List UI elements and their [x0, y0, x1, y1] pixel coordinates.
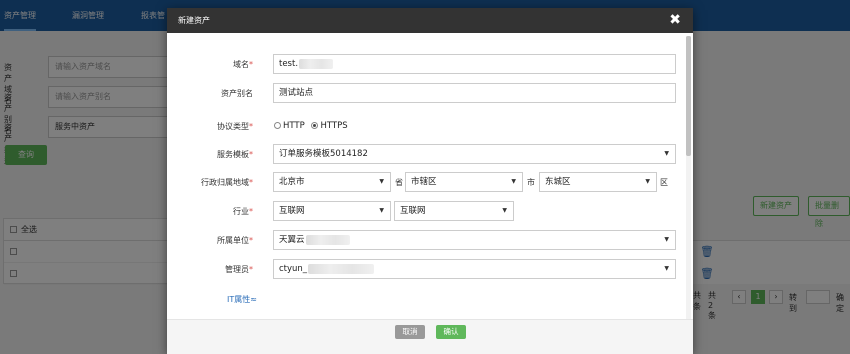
scrollbar-thumb[interactable]: [686, 36, 691, 156]
alias-input[interactable]: 测试站点: [273, 83, 676, 103]
template-label: 服务模板*: [217, 150, 253, 159]
template-select[interactable]: 订单服务模板5014182 ▼: [273, 144, 676, 164]
collapse-icon: ≈: [250, 295, 257, 304]
redacted-text: [299, 58, 334, 69]
radio-http[interactable]: HTTP: [274, 121, 305, 131]
county-select[interactable]: 东城区 ▼: [539, 172, 657, 192]
dialog-header: 新建资产 ✖: [167, 8, 693, 33]
manager-select[interactable]: ctyun_ ▼: [273, 259, 676, 279]
sub-industry-select[interactable]: 互联网 ▼: [394, 201, 514, 221]
region-sep: 市: [527, 178, 535, 187]
region-row: 行政归属地域* 北京市 ▼ 省 市辖区 ▼ 市 东城区 ▼ 区: [167, 172, 687, 192]
dialog-footer: 取消 确认: [167, 319, 693, 354]
chevron-down-icon: ▼: [664, 236, 669, 243]
city-select[interactable]: 北京市 ▼: [273, 172, 391, 192]
industry-select[interactable]: 互联网 ▼: [273, 201, 391, 221]
chevron-down-icon: ▼: [379, 178, 384, 185]
close-icon[interactable]: ✖: [669, 11, 681, 29]
org-row: 所属单位* 天翼云 ▼: [167, 230, 687, 250]
dialog-title: 新建资产: [178, 16, 210, 25]
region-sep: 省: [395, 178, 403, 187]
region-sep: 区: [660, 178, 668, 187]
district-select[interactable]: 市辖区 ▼: [405, 172, 523, 192]
chevron-down-icon: ▼: [664, 150, 669, 157]
manager-label: 管理员*: [225, 265, 253, 274]
protocol-row: 协议类型* HTTP HTTPS: [167, 116, 687, 136]
cancel-button[interactable]: 取消: [395, 325, 425, 339]
industry-row: 行业* 互联网 ▼ 互联网 ▼: [167, 201, 687, 221]
alias-label: 资产别名: [221, 89, 253, 98]
chevron-down-icon: ▼: [502, 207, 507, 214]
org-label: 所属单位*: [217, 236, 253, 245]
it-attributes-toggle[interactable]: IT属性≈: [227, 294, 257, 305]
dialog-scrollbar[interactable]: [686, 36, 691, 319]
domain-row: 域名* test.: [167, 54, 687, 74]
confirm-button[interactable]: 确认: [436, 325, 466, 339]
dialog-body: 域名* test. 资产别名 测试站点 协议类型* HTTP HTTPS 服务模…: [167, 33, 693, 319]
redacted-text: [308, 263, 375, 274]
protocol-radio-group: HTTP HTTPS: [274, 121, 352, 131]
org-select[interactable]: 天翼云 ▼: [273, 230, 676, 250]
chevron-down-icon: ▼: [664, 265, 669, 272]
radio-https[interactable]: HTTPS: [311, 121, 348, 131]
template-row: 服务模板* 订单服务模板5014182 ▼: [167, 144, 687, 164]
alias-row: 资产别名 测试站点: [167, 83, 687, 103]
domain-input[interactable]: test.: [273, 54, 676, 74]
new-asset-dialog: 新建资产 ✖ 域名* test. 资产别名 测试站点 协议类型* HTTP HT…: [167, 8, 693, 354]
chevron-down-icon: ▼: [511, 178, 516, 185]
domain-label: 域名*: [233, 60, 253, 69]
protocol-label: 协议类型*: [217, 122, 253, 131]
chevron-down-icon: ▼: [645, 178, 650, 185]
manager-row: 管理员* ctyun_ ▼: [167, 259, 687, 279]
region-label: 行政归属地域*: [201, 178, 253, 187]
chevron-down-icon: ▼: [379, 207, 384, 214]
industry-label: 行业*: [233, 207, 253, 216]
redacted-text: [305, 234, 350, 245]
